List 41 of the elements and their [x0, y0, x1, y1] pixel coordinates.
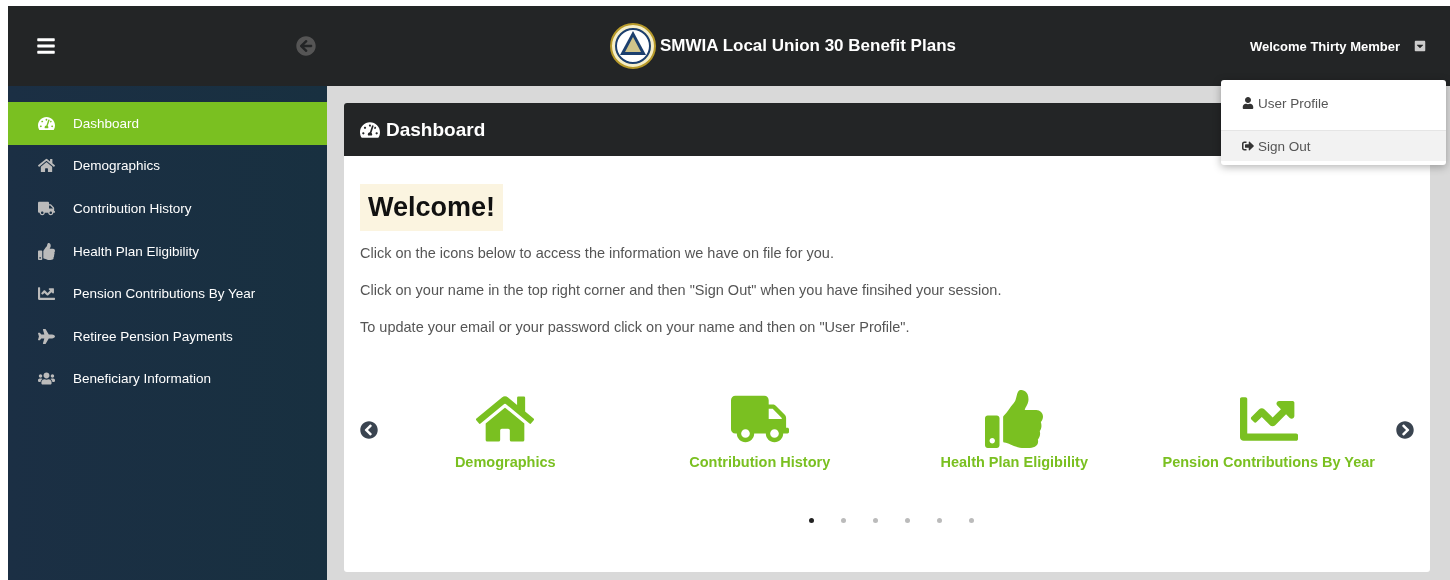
carousel-dot[interactable] — [808, 518, 814, 523]
site-title: SMWIA Local Union 30 Benefit Plans — [660, 36, 956, 56]
menu-item[interactable]: Sign Out — [1221, 130, 1446, 161]
sidebar-item[interactable]: Contribution History — [8, 187, 327, 230]
previous-button[interactable] — [360, 421, 378, 439]
caret-icon — [1414, 40, 1426, 52]
carousel-dot[interactable] — [840, 518, 846, 523]
collapse-button[interactable] — [296, 36, 316, 56]
user-menu-button[interactable]: Welcome Thirty Member — [1249, 38, 1426, 54]
user-icon — [1242, 97, 1254, 109]
gauge-icon — [38, 114, 55, 132]
sidebar-item[interactable]: Retiree Pension Payments — [8, 314, 327, 358]
menu-button[interactable] — [36, 36, 56, 56]
sidebar-item[interactable]: Beneficiary Information — [8, 357, 327, 401]
menu-item[interactable]: User Profile — [1221, 84, 1446, 122]
plane-icon — [38, 327, 55, 345]
menu-icon — [36, 36, 56, 56]
gauge-icon — [360, 119, 380, 140]
welcome-heading: Welcome! — [360, 184, 504, 231]
sidebar-item[interactable]: Health Plan Eligibility — [8, 229, 327, 273]
house-icon — [38, 157, 55, 175]
thumbs-up-icon — [985, 390, 1044, 448]
back-arrow-icon — [296, 36, 316, 56]
sidebar-item[interactable]: Demographics — [8, 144, 327, 188]
chevron-right-icon — [1396, 421, 1414, 439]
carousel-dot[interactable] — [872, 518, 878, 523]
info-text: Click on the icons below to access the information we have on file for you. — [360, 245, 835, 261]
sidebar-item[interactable]: Pension Contributions By Year — [8, 272, 327, 315]
chevron-left-icon — [360, 421, 378, 439]
line-chart-icon — [38, 285, 55, 303]
carousel-dot[interactable] — [936, 518, 942, 523]
thumbs-up-icon — [38, 242, 55, 260]
next-button[interactable] — [1396, 421, 1414, 439]
info-text: To update your email or your password click on your name and then on "User Profile". — [360, 319, 911, 335]
info-text: Click on your name in the top right corner and then "Sign Out" when you have finsihed your session. — [360, 282, 1003, 298]
carousel-dot[interactable] — [968, 518, 974, 523]
card-title: Dashboard — [386, 118, 486, 141]
carousel-dot[interactable] — [904, 518, 910, 523]
sign-out-icon — [1242, 140, 1254, 152]
truck-icon — [38, 200, 55, 217]
logo-icon — [610, 23, 656, 69]
